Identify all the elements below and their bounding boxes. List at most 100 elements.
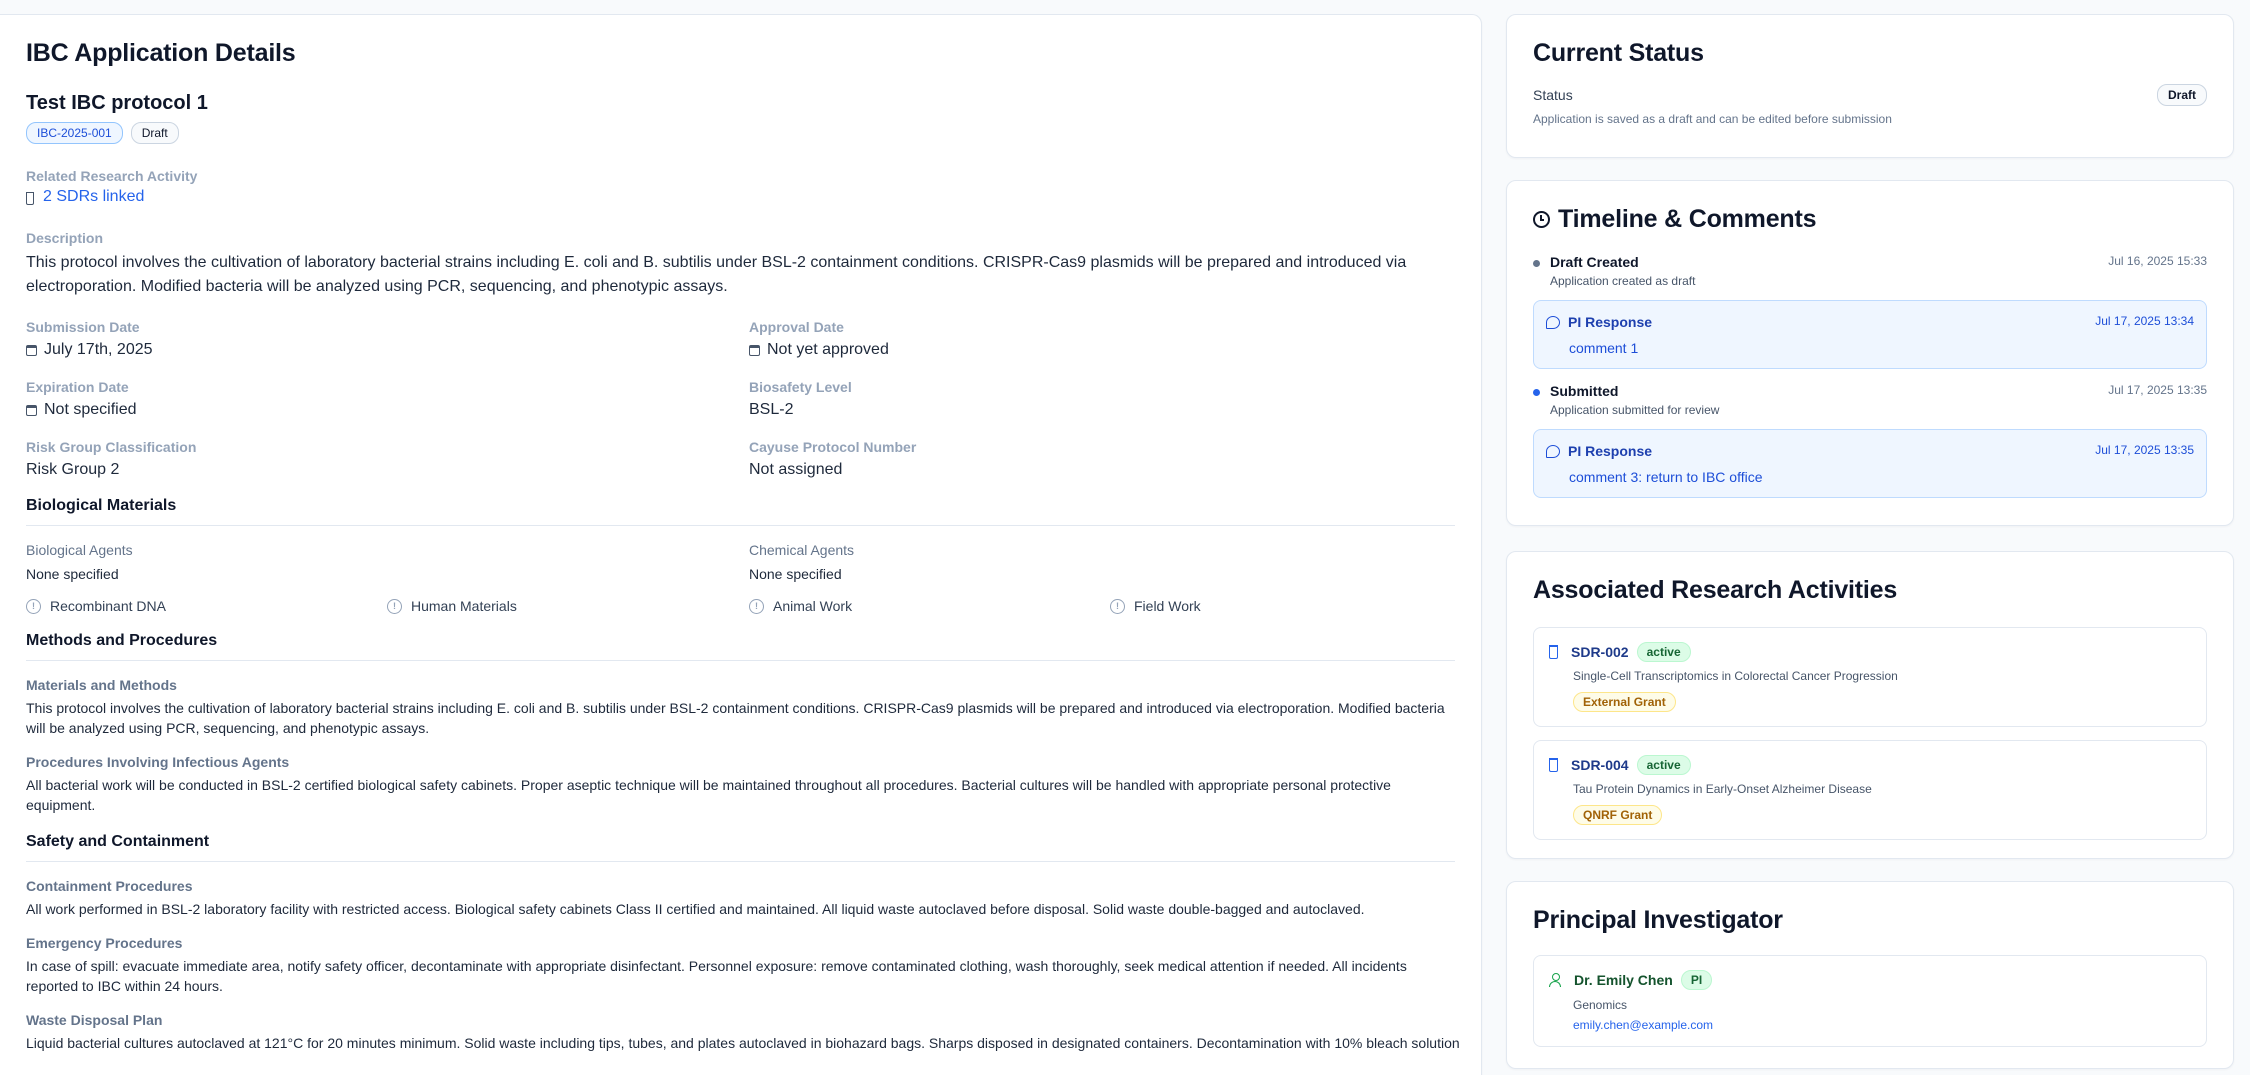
page-title: IBC Application Details: [26, 39, 296, 67]
timeline-event: Submitted Application submitted for revi…: [1533, 383, 2207, 417]
comment-author: PI Response: [1568, 443, 1653, 459]
expiration-date-value: Not specified: [44, 401, 137, 418]
materials-methods-text: This protocol involves the cultivation o…: [26, 700, 1445, 736]
flag-field-work: ! Field Work: [1110, 598, 1471, 614]
calendar-icon: [749, 344, 760, 356]
principal-investigator-card: Principal Investigator Dr. Emily Chen PI…: [1506, 881, 2234, 1069]
risk-group-value: Risk Group 2: [26, 461, 120, 478]
cayuse-protocol-label: Cayuse Protocol Number: [749, 439, 917, 455]
pi-title: Principal Investigator: [1533, 906, 1783, 934]
description-label: Description: [26, 230, 104, 246]
activity-status-badge: active: [1636, 642, 1691, 662]
protocol-id-badge: IBC-2025-001: [26, 122, 123, 144]
biological-agents-value: None specified: [26, 566, 119, 582]
flag-animal-work: ! Animal Work: [749, 598, 1110, 614]
submission-date-value: July 17th, 2025: [44, 341, 153, 358]
calendar-icon: [26, 344, 37, 356]
event-name: Draft Created: [1550, 254, 1639, 270]
expiration-date-label: Expiration Date: [26, 379, 129, 395]
clock-icon: [1533, 211, 1550, 228]
activity-id[interactable]: SDR-004: [1571, 757, 1629, 773]
info-icon: !: [387, 598, 402, 614]
containment-label: Containment Procedures: [26, 878, 193, 894]
pi-item: Dr. Emily Chen PI Genomics emily.chen@ex…: [1533, 955, 2207, 1047]
status-note: Application is saved as a draft and can …: [1533, 112, 1892, 126]
grant-badge: External Grant: [1573, 692, 1676, 712]
infectious-procedures-text: All bacterial work will be conducted in …: [26, 777, 1391, 813]
methods-heading: Methods and Procedures: [26, 632, 1455, 661]
approval-date-label: Approval Date: [749, 319, 844, 335]
activity-title: Single-Cell Transcriptomics in Colorecta…: [1573, 669, 1898, 683]
materials-methods-label: Materials and Methods: [26, 677, 177, 693]
event-time: Jul 16, 2025 15:33: [2108, 254, 2207, 268]
timeline-comment: PI Response Jul 17, 2025 13:34 comment 1: [1533, 300, 2207, 369]
biological-agents-label: Biological Agents: [26, 542, 133, 558]
status-label: Status: [1533, 87, 1573, 103]
flag-human-materials: ! Human Materials: [387, 598, 749, 614]
research-activity-item[interactable]: SDR-002 active Single-Cell Transcriptomi…: [1533, 627, 2207, 727]
flag-recombinant-dna: ! Recombinant DNA: [26, 598, 387, 614]
cayuse-protocol-value: Not assigned: [749, 461, 843, 478]
approval-date-value: Not yet approved: [767, 341, 889, 358]
detail-fields-grid: Submission Date July 17th, 2025 Approval…: [26, 299, 1455, 479]
waste-text: Liquid bacterial cultures autoclaved at …: [26, 1035, 1460, 1051]
related-activity-label: Related Research Activity: [26, 168, 198, 184]
protocol-status-badge: Draft: [130, 122, 179, 144]
biological-materials-heading: Biological Materials: [26, 497, 1455, 526]
timeline-event: Draft Created Application created as dra…: [1533, 254, 2207, 288]
current-status-card: Current Status Status Draft Application …: [1506, 14, 2234, 158]
comment-text: comment 1: [1569, 340, 1639, 356]
comment-author: PI Response: [1568, 314, 1653, 330]
waste-label: Waste Disposal Plan: [26, 1012, 163, 1028]
pi-role-badge: PI: [1680, 970, 1713, 990]
activity-title: Tau Protein Dynamics in Early-Onset Alzh…: [1573, 782, 1872, 796]
containment-text: All work performed in BSL-2 laboratory f…: [26, 901, 1365, 917]
sdrs-linked-link[interactable]: 2 SDRs linked: [43, 188, 144, 206]
emergency-text: In case of spill: evacuate immediate are…: [26, 958, 1407, 994]
pi-name: Dr. Emily Chen: [1574, 972, 1673, 988]
event-name: Submitted: [1550, 383, 1619, 399]
info-icon: !: [1110, 598, 1125, 614]
test-tube-icon: [1549, 758, 1558, 772]
test-tube-icon: [1549, 645, 1558, 659]
protocol-title: Test IBC protocol 1: [26, 92, 208, 114]
comment-time: Jul 17, 2025 13:34: [2095, 314, 2194, 328]
event-desc: Application created as draft: [1550, 274, 1696, 288]
submission-date-label: Submission Date: [26, 319, 140, 335]
message-icon: [1546, 444, 1560, 458]
infectious-procedures-label: Procedures Involving Infectious Agents: [26, 754, 290, 770]
info-icon: !: [26, 598, 41, 614]
research-activity-item[interactable]: SDR-004 active Tau Protein Dynamics in E…: [1533, 740, 2207, 840]
research-activities-title: Associated Research Activities: [1533, 576, 1898, 604]
material-flags: ! Recombinant DNA ! Human Materials ! Anima…: [26, 598, 1455, 614]
emergency-label: Emergency Procedures: [26, 935, 183, 951]
description-text: This protocol involves the cultivation o…: [26, 254, 1407, 295]
pi-email-link[interactable]: emily.chen@example.com: [1573, 1018, 2191, 1032]
grant-badge: QNRF Grant: [1573, 805, 1663, 825]
biosafety-level-value: BSL-2: [749, 401, 794, 418]
timeline-comment: PI Response Jul 17, 2025 13:35 comment 3…: [1533, 429, 2207, 498]
event-time: Jul 17, 2025 13:35: [2108, 383, 2207, 397]
timeline-dot: [1533, 389, 1540, 396]
pi-department: Genomics: [1573, 998, 1628, 1012]
safety-heading: Safety and Containment: [26, 833, 1455, 862]
info-icon: !: [749, 598, 764, 614]
biosafety-level-label: Biosafety Level: [749, 379, 852, 395]
user-icon: [1549, 973, 1561, 987]
comment-time: Jul 17, 2025 13:35: [2095, 443, 2194, 457]
application-details-card: IBC Application Details Test IBC protoco…: [0, 14, 1482, 1075]
current-status-title: Current Status: [1533, 39, 1704, 67]
timeline-dot: [1533, 260, 1540, 267]
risk-group-label: Risk Group Classification: [26, 439, 197, 455]
chemical-agents-label: Chemical Agents: [749, 542, 855, 558]
flask-icon: [26, 191, 34, 205]
calendar-icon: [26, 404, 37, 416]
message-icon: [1546, 315, 1560, 329]
protocol-badges: IBC-2025-001 Draft: [26, 122, 1455, 144]
event-desc: Application submitted for review: [1550, 403, 1720, 417]
chemical-agents-value: None specified: [749, 566, 842, 582]
activity-id[interactable]: SDR-002: [1571, 644, 1629, 660]
comment-text: comment 3: return to IBC office: [1569, 469, 1763, 485]
activity-status-badge: active: [1636, 755, 1691, 775]
status-badge: Draft: [2156, 84, 2207, 106]
